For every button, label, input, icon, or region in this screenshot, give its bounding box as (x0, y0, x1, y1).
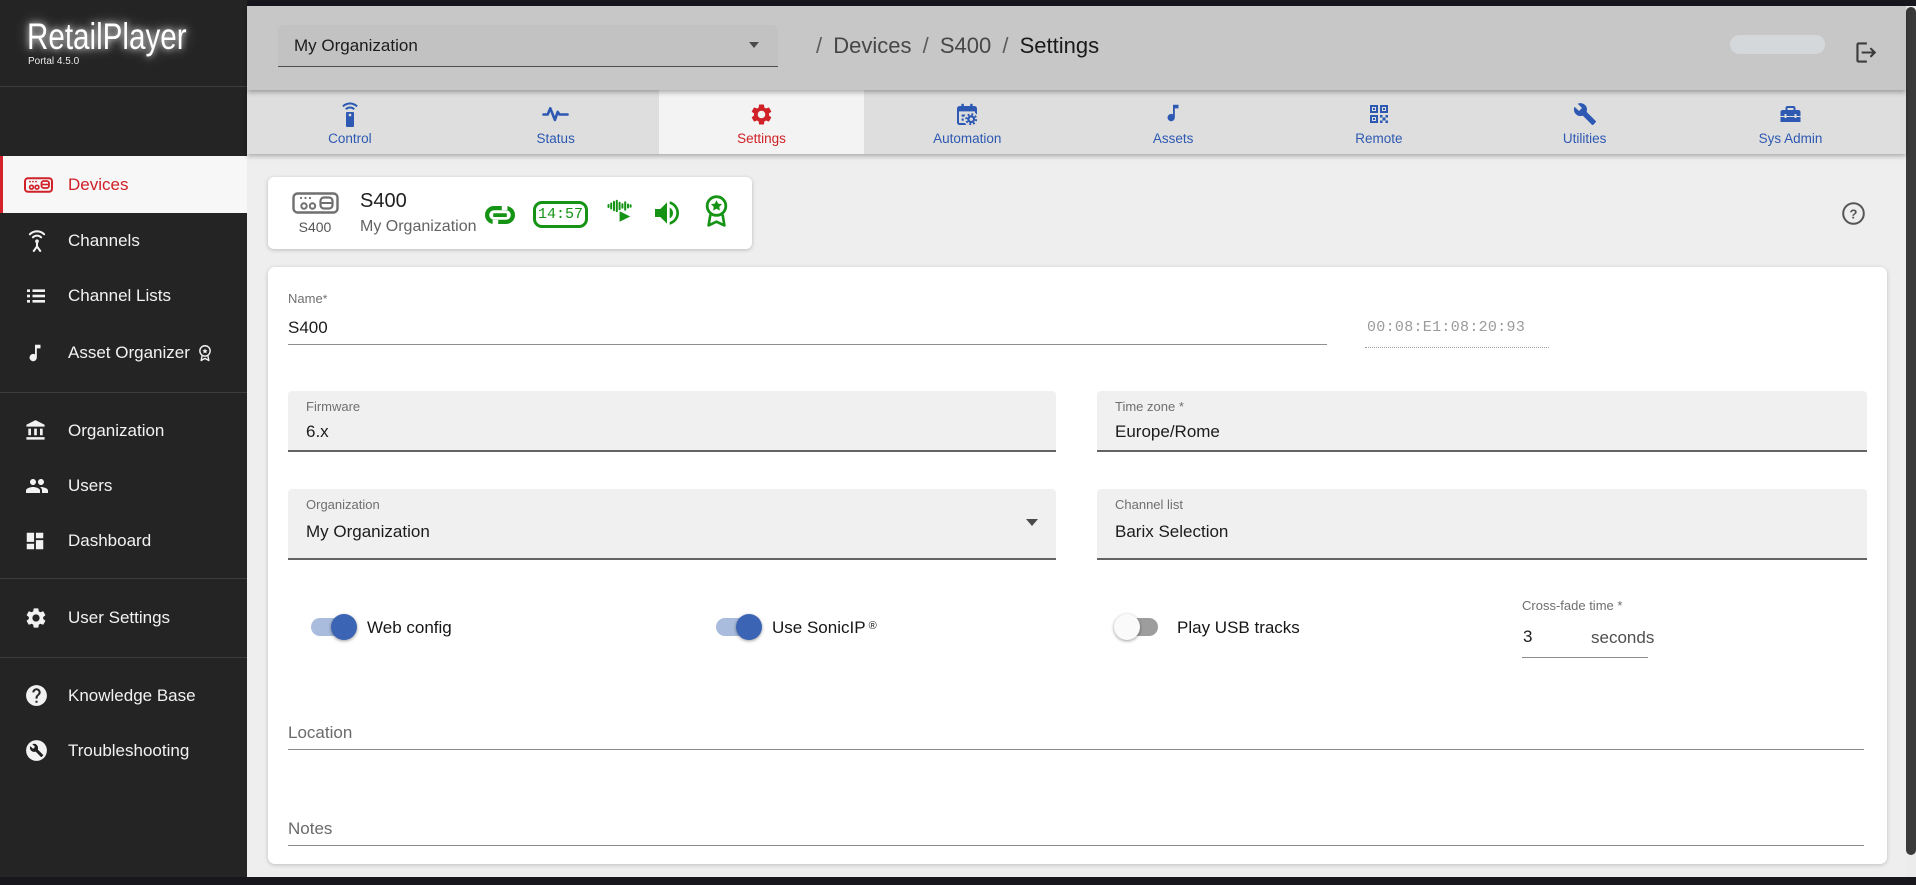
svg-text:?: ? (1850, 206, 1858, 221)
